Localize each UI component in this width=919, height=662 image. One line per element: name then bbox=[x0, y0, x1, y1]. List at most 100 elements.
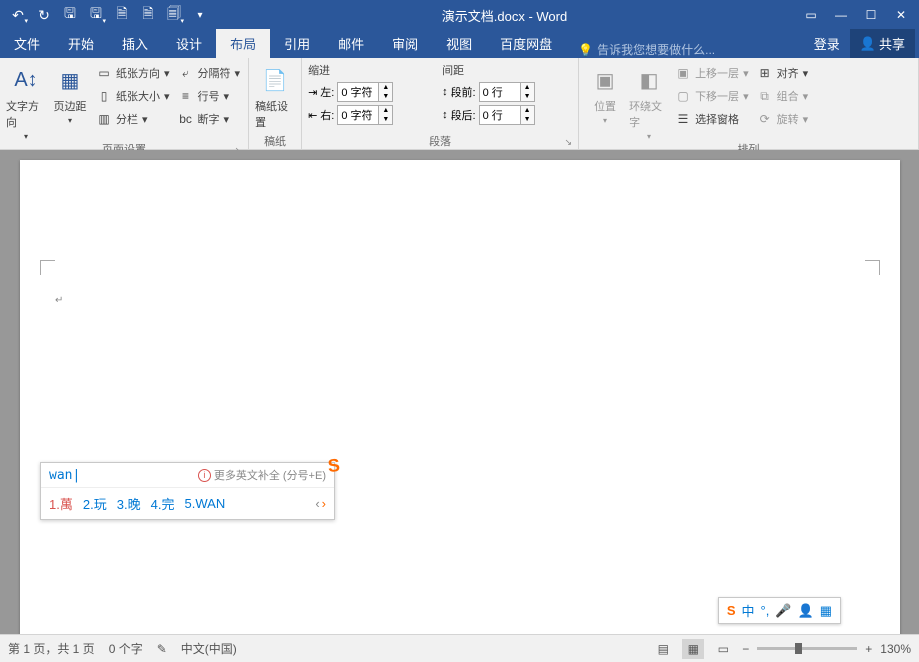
read-mode-button[interactable]: ▤ bbox=[652, 639, 674, 659]
word-count[interactable]: 0 个字 bbox=[109, 640, 143, 657]
tab-references[interactable]: 引用 bbox=[270, 29, 324, 58]
minimize-button[interactable]: — bbox=[827, 3, 855, 27]
bring-forward-button: ▣上移一层 ▾ bbox=[673, 62, 751, 84]
ime-composition: wan bbox=[49, 468, 80, 483]
language-indicator[interactable]: 中文(中国) bbox=[181, 640, 237, 657]
tab-home[interactable]: 开始 bbox=[54, 29, 108, 58]
ime-skin-icon[interactable]: 👤 bbox=[798, 603, 814, 619]
group-page-setup: A↕文字方向▾ ▦页边距▾ ▭纸张方向 ▾ ▯纸张大小 ▾ ▥分栏 ▾ ⤶分隔符… bbox=[0, 58, 249, 149]
ime-candidates: 1.萬 2.玩 3.晚 4.完 5.WAN ‹› bbox=[41, 488, 334, 519]
space-before-icon: ↕ bbox=[442, 86, 448, 98]
titlebar: ↶ ↻ 🖫 🖫 🗎 🗎 🗐 ▾ 演示文档.docx - Word ▭ — ☐ ✕ bbox=[0, 0, 919, 30]
page-indicator[interactable]: 第 1 页，共 1 页 bbox=[8, 640, 95, 657]
zoom-out-button[interactable]: − bbox=[742, 642, 749, 656]
indent-right-input[interactable]: ▲▼ bbox=[337, 105, 393, 125]
indent-right-icon: ⇤ bbox=[308, 109, 317, 122]
paragraph-launcher[interactable]: ↘ bbox=[565, 137, 573, 148]
lightbulb-icon: 💡 bbox=[578, 43, 593, 57]
sogou-logo-icon: S bbox=[327, 454, 353, 480]
hyphenation-button[interactable]: bc断字 ▾ bbox=[176, 108, 243, 130]
export-button[interactable]: 🗐 bbox=[162, 3, 186, 27]
ime-candidate-3[interactable]: 3.晚 bbox=[117, 494, 141, 513]
ime-prev-page[interactable]: ‹ bbox=[315, 496, 319, 511]
space-before-input[interactable]: ▲▼ bbox=[479, 82, 535, 102]
ime-voice-icon[interactable]: 🎤 bbox=[775, 603, 791, 619]
tab-view[interactable]: 视图 bbox=[432, 29, 486, 58]
save-as-button[interactable]: 🖫 bbox=[84, 3, 108, 27]
gaozhi-icon: 📄 bbox=[259, 64, 291, 96]
zoom-in-button[interactable]: + bbox=[865, 642, 872, 656]
document-area[interactable]: ↵ S wan i更多英文补全 (分号+E) 1.萬 2.玩 3.晚 4.完 5… bbox=[0, 150, 919, 634]
tell-me-input[interactable]: 💡告诉我您想要做什么... bbox=[566, 41, 804, 58]
tab-design[interactable]: 设计 bbox=[162, 29, 216, 58]
line-numbers-icon: ≡ bbox=[178, 88, 194, 104]
share-icon: 👤 bbox=[860, 36, 876, 52]
quick-print-button[interactable]: 🗎 bbox=[136, 3, 160, 27]
orientation-button[interactable]: ▭纸张方向 ▾ bbox=[94, 62, 172, 84]
selection-pane-button[interactable]: ☰选择窗格 bbox=[673, 108, 751, 130]
proofing-icon[interactable]: ✎ bbox=[157, 642, 167, 656]
ime-lang-toggle[interactable]: 中 bbox=[742, 601, 755, 620]
indent-left-input[interactable]: ▲▼ bbox=[337, 82, 393, 102]
ribbon-options-button[interactable]: ▭ bbox=[797, 3, 825, 27]
group-gaozhi: 📄稿纸设置 稿纸 bbox=[249, 58, 302, 149]
sogou-icon[interactable]: S bbox=[727, 603, 736, 618]
page[interactable]: ↵ bbox=[20, 160, 900, 634]
print-layout-button[interactable]: ▦ bbox=[682, 639, 704, 659]
undo-button[interactable]: ↶ bbox=[6, 3, 30, 27]
position-icon: ▣ bbox=[589, 64, 621, 96]
size-icon: ▯ bbox=[96, 88, 112, 104]
tab-layout[interactable]: 布局 bbox=[216, 29, 270, 58]
columns-button[interactable]: ▥分栏 ▾ bbox=[94, 108, 172, 130]
quick-access-toolbar: ↶ ↻ 🖫 🖫 🗎 🗎 🗐 ▾ bbox=[0, 3, 212, 27]
margins-button[interactable]: ▦页边距▾ bbox=[50, 60, 90, 141]
ime-toolbox-icon[interactable]: ▦ bbox=[820, 603, 832, 619]
ime-candidate-2[interactable]: 2.玩 bbox=[83, 494, 107, 513]
maximize-button[interactable]: ☐ bbox=[857, 3, 885, 27]
paragraph-mark: ↵ bbox=[55, 295, 63, 306]
web-layout-button[interactable]: ▭ bbox=[712, 639, 734, 659]
print-preview-button[interactable]: 🗎 bbox=[110, 3, 134, 27]
ime-hint[interactable]: i更多英文补全 (分号+E) bbox=[198, 467, 326, 483]
tab-insert[interactable]: 插入 bbox=[108, 29, 162, 58]
share-button[interactable]: 👤共享 bbox=[850, 29, 915, 58]
send-backward-button: ▢下移一层 ▾ bbox=[673, 85, 751, 107]
columns-icon: ▥ bbox=[96, 111, 112, 127]
tab-baidu[interactable]: 百度网盘 bbox=[486, 29, 566, 58]
gaozhi-button[interactable]: 📄稿纸设置 bbox=[255, 60, 295, 133]
line-numbers-button[interactable]: ≡行号 ▾ bbox=[176, 85, 243, 107]
tab-mailings[interactable]: 邮件 bbox=[324, 29, 378, 58]
login-button[interactable]: 登录 bbox=[804, 29, 850, 58]
ime-punct-toggle[interactable]: °, bbox=[761, 603, 770, 618]
redo-button[interactable]: ↻ bbox=[32, 3, 56, 27]
ribbon: A↕文字方向▾ ▦页边距▾ ▭纸张方向 ▾ ▯纸张大小 ▾ ▥分栏 ▾ ⤶分隔符… bbox=[0, 58, 919, 150]
group-arrange: ▣位置▾ ◧环绕文字▾ ▣上移一层 ▾ ▢下移一层 ▾ ☰选择窗格 ⊞对齐 ▾ … bbox=[579, 58, 919, 149]
ime-candidate-1[interactable]: 1.萬 bbox=[49, 494, 73, 513]
breaks-button[interactable]: ⤶分隔符 ▾ bbox=[176, 62, 243, 84]
rotate-icon: ⟳ bbox=[757, 111, 773, 127]
statusbar: 第 1 页，共 1 页 0 个字 ✎ 中文(中国) ▤ ▦ ▭ − + 130% bbox=[0, 634, 919, 662]
ime-candidate-window[interactable]: S wan i更多英文补全 (分号+E) 1.萬 2.玩 3.晚 4.完 5.W… bbox=[40, 462, 335, 520]
ime-status-bar[interactable]: S 中 °, 🎤 👤 ▦ bbox=[718, 597, 841, 624]
orientation-icon: ▭ bbox=[96, 65, 112, 81]
text-direction-button[interactable]: A↕文字方向▾ bbox=[6, 60, 46, 141]
space-after-input[interactable]: ▲▼ bbox=[479, 105, 535, 125]
zoom-slider[interactable] bbox=[757, 647, 857, 650]
size-button[interactable]: ▯纸张大小 ▾ bbox=[94, 85, 172, 107]
ime-candidate-5[interactable]: 5.WAN bbox=[185, 496, 226, 511]
ribbon-tabs: 文件 开始 插入 设计 布局 引用 邮件 审阅 视图 百度网盘 💡告诉我您想要做… bbox=[0, 30, 919, 58]
tab-file[interactable]: 文件 bbox=[0, 29, 54, 58]
close-button[interactable]: ✕ bbox=[887, 3, 915, 27]
ime-candidate-4[interactable]: 4.完 bbox=[151, 494, 175, 513]
breaks-icon: ⤶ bbox=[178, 65, 194, 81]
zoom-level[interactable]: 130% bbox=[880, 642, 911, 656]
ime-next-page[interactable]: › bbox=[322, 496, 326, 511]
wrap-text-button: ◧环绕文字▾ bbox=[629, 60, 669, 141]
margin-marker-tl bbox=[40, 260, 55, 275]
indent-left-icon: ⇥ bbox=[308, 86, 317, 99]
window-controls: ▭ — ☐ ✕ bbox=[797, 3, 919, 27]
align-button[interactable]: ⊞对齐 ▾ bbox=[755, 62, 811, 84]
tab-review[interactable]: 审阅 bbox=[378, 29, 432, 58]
save-button[interactable]: 🖫 bbox=[58, 3, 82, 27]
qat-customize[interactable]: ▾ bbox=[188, 3, 212, 27]
